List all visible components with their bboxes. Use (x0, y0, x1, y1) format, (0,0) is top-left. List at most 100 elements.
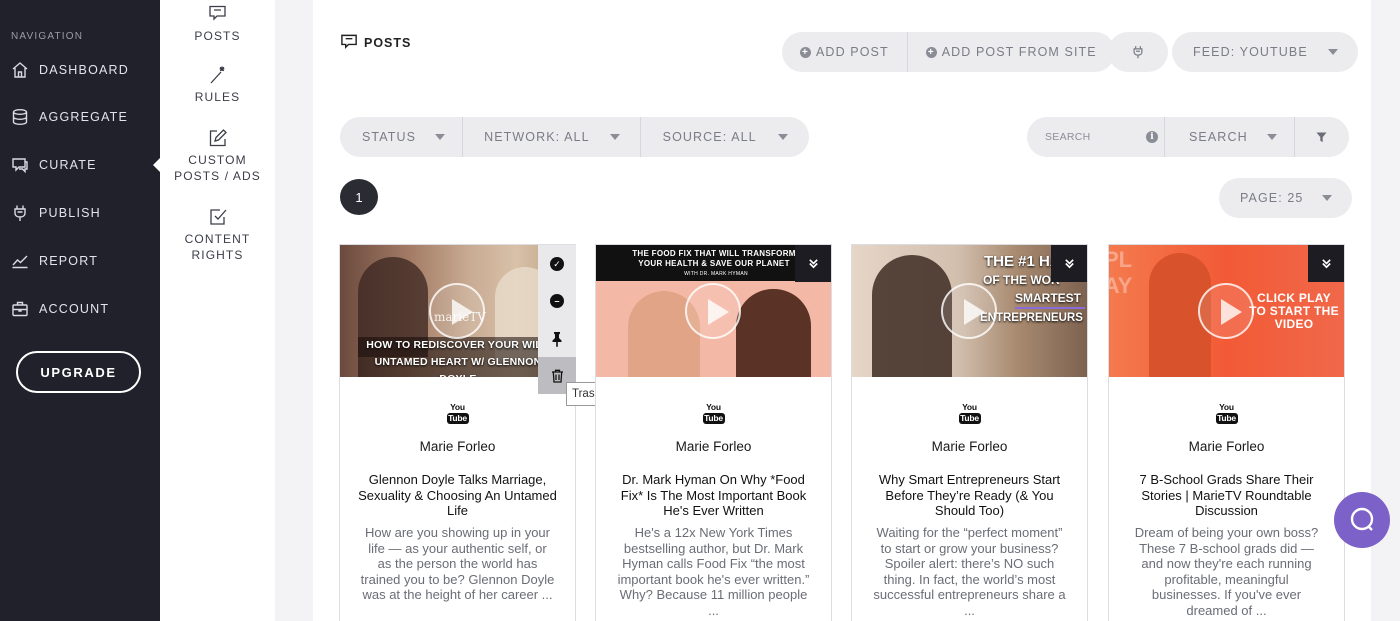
youtube-logo: You Tube (1215, 402, 1238, 424)
subnav-item-label: POSTS (194, 29, 241, 43)
play-button[interactable] (685, 283, 741, 339)
chevron-down-icon (1266, 134, 1277, 140)
pin-button[interactable] (538, 320, 576, 357)
upgrade-button[interactable]: UPGRADE (16, 351, 141, 393)
feed-select-group: FEED: YOUTUBE (1172, 32, 1358, 72)
network-filter[interactable]: NETWORK: ALL (463, 117, 641, 157)
status-filter[interactable]: STATUS (340, 117, 464, 157)
add-post-button[interactable]: + ADD POST (782, 32, 908, 72)
post-description: Dream of being your own boss? These 7 B-… (1134, 525, 1319, 618)
expand-button[interactable] (1308, 245, 1344, 282)
checkbox-icon (209, 209, 226, 225)
curate-subnav: POSTS RULES CUSTOM POSTS / ADS CONTENT R… (160, 0, 275, 621)
page-1-button[interactable]: 1 (340, 179, 378, 215)
thumbnail-figure (736, 289, 811, 377)
expand-button[interactable] (1051, 245, 1087, 282)
add-post-label: ADD POST (816, 45, 889, 59)
info-icon[interactable]: i (1146, 131, 1158, 143)
post-author: Marie Forleo (419, 439, 496, 454)
filter-button[interactable] (1295, 117, 1349, 157)
post-card[interactable]: PLAY CLICK PLAY TO START THE VIDEO You Tu… (1108, 244, 1345, 621)
search-input[interactable] (1027, 117, 1164, 157)
post-thumbnail[interactable]: THE FOOD FIX THAT WILL TRANSFORM YOUR HE… (596, 245, 831, 377)
per-page-group: PAGE: 25 (1219, 178, 1353, 218)
chevron-down-icon (1327, 49, 1338, 55)
chevron-down-icon (1322, 195, 1333, 201)
subnav-item-label: CONTENT RIGHTS (184, 232, 251, 262)
post-thumbnail[interactable]: PLAY CLICK PLAY TO START THE VIDEO (1109, 245, 1344, 377)
nav-item-dashboard[interactable]: DASHBOARD (0, 55, 160, 85)
chat-icon (341, 34, 357, 49)
play-button[interactable] (1198, 283, 1254, 339)
subnav-item-rules[interactable]: RULES (160, 65, 275, 106)
add-post-group: + ADD POST + ADD POST FROM SITE (782, 32, 1115, 72)
nav-item-label: PUBLISH (39, 206, 101, 220)
post-card[interactable]: THE #1 HA OF THE WOR SMARTEST ENTREPRENE… (851, 244, 1088, 621)
youtube-logo-bottom: Tube (702, 413, 725, 424)
chevron-double-down-icon (808, 259, 818, 269)
nav-item-account[interactable]: ACCOUNT (0, 294, 160, 324)
nav-item-curate[interactable]: CURATE (0, 150, 160, 180)
play-button[interactable] (429, 283, 485, 339)
briefcase-icon (12, 301, 28, 317)
expand-button[interactable] (795, 245, 831, 282)
active-nav-pointer (153, 158, 160, 172)
post-title[interactable]: Dr. Mark Hyman On Why *Food Fix* Is The … (596, 472, 831, 519)
database-icon (12, 109, 28, 126)
home-icon (12, 62, 28, 78)
thumbnail-figure (872, 255, 952, 377)
youtube-logo-top: You (962, 402, 977, 412)
post-title[interactable]: Glennon Doyle Talks Marriage, Sexuality … (340, 472, 575, 519)
post-author: Marie Forleo (1188, 439, 1265, 454)
post-description: How are you showing up in your life — as… (360, 525, 555, 602)
plug-icon (14, 205, 26, 221)
youtube-logo: You Tube (446, 402, 469, 424)
post-author: Marie Forleo (931, 439, 1008, 454)
publish-toggle-group (1108, 32, 1168, 72)
chat-icon (208, 5, 226, 21)
thumbnail-side-text: PLAY (1109, 247, 1133, 298)
thumbnail-caption: THE FOOD FIX THAT WILL TRANSFORM YOUR HE… (632, 249, 796, 268)
approve-button[interactable]: ✓ (538, 245, 576, 282)
search-button-label: SEARCH (1189, 130, 1248, 144)
post-thumbnail[interactable]: THE #1 HA OF THE WOR SMARTEST ENTREPRENE… (852, 245, 1087, 377)
search-button[interactable]: SEARCH (1165, 117, 1295, 157)
thumbnail-caption: CLICK PLAY TO START THE VIDEO (1249, 291, 1339, 331)
youtube-logo: You Tube (702, 402, 725, 424)
subnav-item-content-rights[interactable]: CONTENT RIGHTS (160, 207, 275, 263)
nav-heading: NAVIGATION (11, 31, 84, 42)
per-page-select[interactable]: PAGE: 25 (1219, 178, 1352, 218)
plug-icon (1133, 46, 1143, 59)
post-title[interactable]: Why Smart Entrepreneurs Start Before The… (852, 472, 1087, 519)
source-filter[interactable]: SOURCE: ALL (641, 117, 809, 157)
post-card[interactable]: THE FOOD FIX THAT WILL TRANSFORM YOUR HE… (595, 244, 832, 621)
add-post-from-site-button[interactable]: + ADD POST FROM SITE (908, 32, 1115, 72)
support-chat-button[interactable] (1334, 492, 1390, 548)
add-post-from-site-label: ADD POST FROM SITE (941, 45, 1097, 59)
main-navigation: NAVIGATION DASHBOARD AGGREGATE CURATE PU… (0, 0, 160, 621)
nav-item-report[interactable]: REPORT (0, 246, 160, 276)
nav-item-aggregate[interactable]: AGGREGATE (0, 102, 160, 132)
thumbnail-line: SMARTEST (1015, 289, 1085, 309)
youtube-logo-top: You (450, 402, 465, 412)
youtube-logo-top: You (1219, 402, 1234, 412)
subnav-item-label: CUSTOM POSTS / ADS (174, 153, 261, 183)
post-title[interactable]: 7 B-School Grads Share Their Stories | M… (1109, 472, 1344, 519)
plus-icon: + (800, 46, 811, 58)
youtube-logo-top: You (706, 402, 721, 412)
plus-icon: + (925, 46, 937, 58)
filter-icon (1316, 131, 1327, 142)
hide-button[interactable]: – (538, 282, 576, 319)
subnav-item-posts[interactable]: POSTS (160, 4, 275, 45)
subnav-item-custom-posts[interactable]: CUSTOM POSTS / ADS (160, 128, 275, 184)
search-action-group: SEARCH (1164, 117, 1349, 157)
thumbnail-caption: HOW TO REDISCOVER YOUR WILD UNTAMED HEAR… (358, 337, 558, 377)
play-button[interactable] (941, 283, 997, 339)
filter-group: STATUS NETWORK: ALL SOURCE: ALL (340, 117, 809, 157)
nav-item-publish[interactable]: PUBLISH (0, 198, 160, 228)
plug-button[interactable] (1108, 32, 1168, 72)
youtube-logo: You Tube (958, 402, 981, 424)
feed-select[interactable]: FEED: YOUTUBE (1172, 32, 1358, 72)
chevron-down-icon (777, 134, 788, 140)
chat-icon (12, 158, 28, 174)
